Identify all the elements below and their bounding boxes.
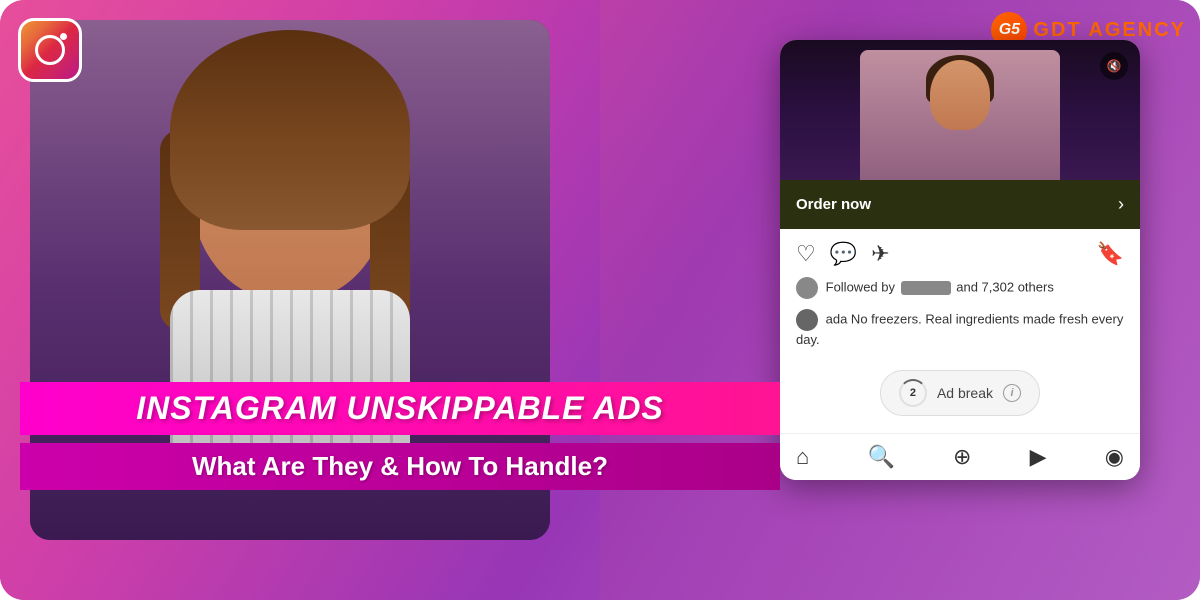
timer-circle: 2 [899,379,927,407]
username-blurred [901,281,951,295]
info-symbol: i [1010,387,1013,399]
nav-home-icon[interactable]: ⌂ [796,444,809,470]
nav-reels-icon[interactable]: ▶ [1030,444,1047,470]
ad-break-label: Ad break [937,385,993,401]
main-container: G5 GDT AGENCY 🔇 Order now › ♡ 💬 ✈ [0,0,1200,600]
heart-icon[interactable]: ♡ [796,241,816,267]
main-title: INSTAGRAM UNSKIPPABLE ADS [20,382,780,435]
order-now-arrow: › [1118,194,1124,215]
nav-search-icon[interactable]: 🔍 [867,444,894,470]
followed-by-label: Followed by [826,279,895,294]
action-icons-row: ♡ 💬 ✈ 🔖 [780,229,1140,275]
followed-count: and 7,302 others [956,279,1054,294]
info-icon[interactable]: i [1003,384,1021,402]
caption-content: ada No freezers. Real ingredients made f… [796,311,1123,347]
followed-text: Followed by and 7,302 others [780,275,1140,305]
order-now-bar[interactable]: Order now › [780,180,1140,229]
video-thumbnail [860,50,1060,180]
agency-icon-text: G5 [999,21,1020,39]
instagram-logo [18,18,82,82]
bottom-nav: ⌂ 🔍 ⊕ ▶ ◉ [780,433,1140,480]
caption-text: ada No freezers. Real ingredients made f… [780,305,1140,357]
ad-break-section: 2 Ad break i [780,357,1140,433]
ad-break-pill: 2 Ad break i [880,370,1040,416]
title-overlay: INSTAGRAM UNSKIPPABLE ADS What Are They … [20,382,780,490]
left-action-icons: ♡ 💬 ✈ [796,241,890,267]
bookmark-icon[interactable]: 🔖 [1097,241,1124,267]
order-now-label: Order now [796,196,871,213]
nav-add-icon[interactable]: ⊕ [953,444,971,470]
phone-mockup: 🔇 Order now › ♡ 💬 ✈ 🔖 Followed by and 7,… [780,40,1140,480]
followed-avatar [796,277,818,299]
phone-video-area: 🔇 [780,40,1140,180]
mute-icon[interactable]: 🔇 [1100,52,1128,80]
comment-icon[interactable]: 💬 [830,241,857,267]
subtitle: What Are They & How To Handle? [20,443,780,490]
nav-profile-icon[interactable]: ◉ [1105,444,1124,470]
share-icon[interactable]: ✈ [871,241,889,267]
mute-symbol: 🔇 [1107,59,1122,73]
caption-avatar [796,309,818,331]
agency-name-text: GDT AGENCY [1033,19,1186,42]
timer-number: 2 [910,387,916,399]
